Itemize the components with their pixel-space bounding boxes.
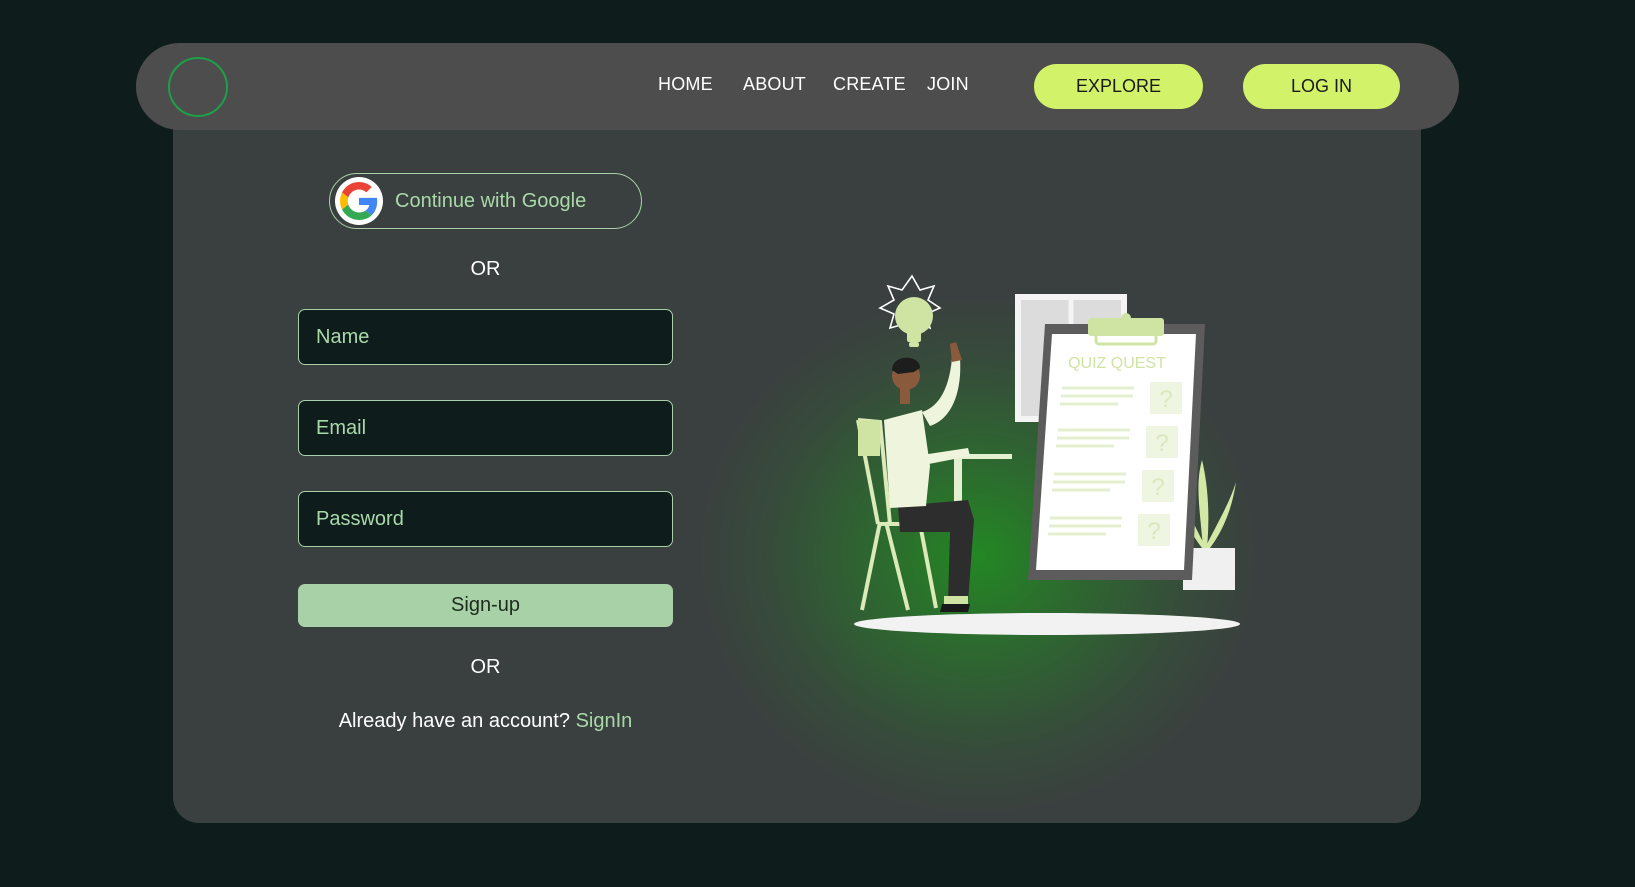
explore-button[interactable]: EXPLORE xyxy=(1034,64,1203,109)
password-input[interactable] xyxy=(298,491,673,547)
account-prompt-text: Already have an account? xyxy=(338,710,570,732)
question-mark-3: ? xyxy=(1151,474,1164,501)
question-mark-4: ? xyxy=(1147,518,1160,545)
continue-with-google-button[interactable]: Continue with Google xyxy=(329,173,642,229)
quiz-illustration: QUIZ QUEST ? ? ? ? xyxy=(854,274,1240,635)
top-navbar: HOME ABOUT CREATE JOIN EXPLORE LOG IN xyxy=(136,43,1459,130)
signin-link[interactable]: SignIn xyxy=(576,710,633,732)
or-divider-bottom: OR xyxy=(470,656,501,678)
or-divider-top: OR xyxy=(470,258,501,280)
logo-icon[interactable] xyxy=(168,57,228,117)
name-input[interactable] xyxy=(298,309,673,365)
nav-home-link[interactable]: HOME xyxy=(658,74,713,95)
google-button-label: Continue with Google xyxy=(395,189,587,212)
email-input[interactable] xyxy=(298,400,673,456)
google-g-icon xyxy=(335,177,383,225)
lightbulb-icon xyxy=(878,274,942,347)
question-mark-2: ? xyxy=(1155,430,1168,457)
nav-create-link[interactable]: CREATE xyxy=(833,74,906,95)
floor-shadow xyxy=(854,613,1240,635)
chair-back xyxy=(858,420,880,456)
login-button[interactable]: LOG IN xyxy=(1243,64,1400,109)
signup-button[interactable]: Sign-up xyxy=(298,584,673,627)
nav-join-link[interactable]: JOIN xyxy=(927,74,969,95)
question-mark-1: ? xyxy=(1159,386,1172,413)
clipboard-title: QUIZ QUEST xyxy=(1068,355,1166,372)
quiz-clipboard-graphic: QUIZ QUEST ? ? ? ? xyxy=(1028,313,1205,580)
signin-prompt: Already have an account? SignIn xyxy=(298,710,673,733)
nav-about-link[interactable]: ABOUT xyxy=(743,74,806,95)
